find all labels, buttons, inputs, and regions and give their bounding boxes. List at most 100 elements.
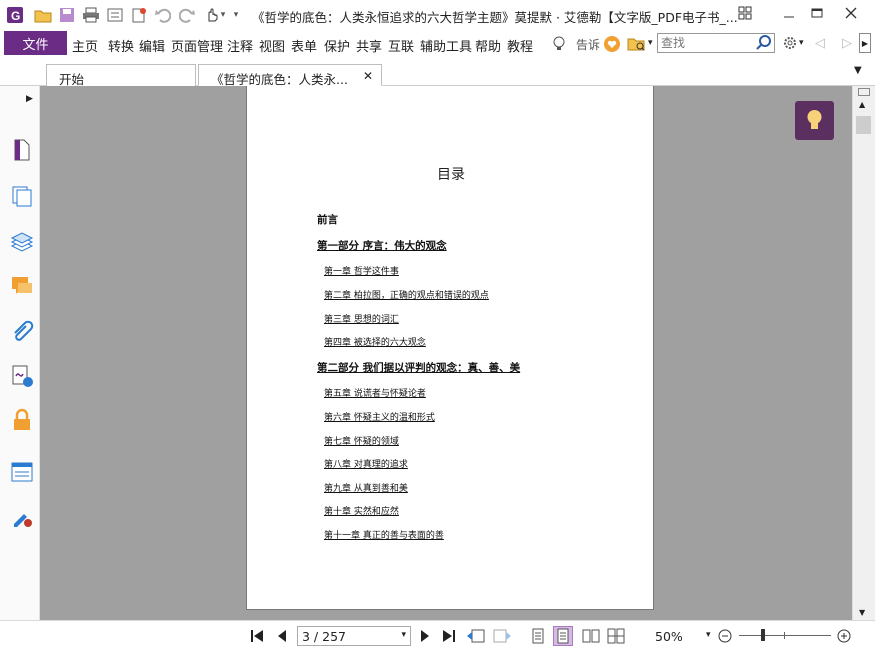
ribbon-display-icon[interactable] bbox=[734, 4, 756, 22]
toc-chapter-entry[interactable]: 第二章 柏拉图，正确的观点和错误的观点 bbox=[324, 288, 489, 301]
open-folder-icon[interactable] bbox=[34, 6, 52, 24]
zoom-slider-thumb[interactable] bbox=[761, 629, 765, 641]
document-viewport[interactable]: 目录 前言 第一部分 序言：伟大的观念第一章 哲学这件事第二章 柏拉图，正确的观… bbox=[40, 86, 852, 620]
next-view-icon[interactable] bbox=[492, 628, 512, 644]
toc-chapter-entry[interactable]: 第六章 怀疑主义的温和形式 bbox=[324, 410, 435, 423]
security-lock-icon[interactable] bbox=[10, 408, 34, 432]
new-document-icon[interactable] bbox=[130, 6, 148, 24]
attachments-icon[interactable] bbox=[10, 320, 34, 344]
document-tab-bar: 开始 《哲学的底色：人类永... ✕ ▼ bbox=[0, 58, 875, 87]
tell-me-label[interactable]: 告诉 bbox=[576, 36, 600, 53]
minimize-button[interactable] bbox=[778, 4, 800, 22]
continuous-view-icon[interactable] bbox=[553, 626, 573, 646]
page-dropdown-icon[interactable]: ▾ bbox=[401, 630, 406, 640]
first-page-icon[interactable] bbox=[249, 628, 265, 644]
lightbulb-icon[interactable] bbox=[552, 36, 566, 55]
menu-home[interactable]: 主页 bbox=[72, 36, 98, 55]
toc-heading: 目录 bbox=[437, 167, 465, 183]
menu-connect[interactable]: 互联 bbox=[388, 36, 414, 55]
tab-start-label: 开始 bbox=[59, 72, 85, 87]
zoom-level[interactable]: 50% bbox=[655, 629, 683, 644]
search-input[interactable] bbox=[658, 34, 760, 52]
tab-start[interactable]: 开始 bbox=[46, 64, 196, 87]
toc-part-entry[interactable]: 第二部分 我们据以评判的观念：真、善、美 bbox=[317, 360, 520, 375]
toc-chapter-entry[interactable]: 第八章 对真理的追求 bbox=[324, 457, 408, 470]
split-view-handle[interactable] bbox=[858, 88, 870, 96]
single-page-view-icon[interactable] bbox=[529, 628, 547, 644]
print-icon[interactable] bbox=[82, 6, 100, 24]
status-bar: 3 / 257 ▾ 50% ▾ bbox=[0, 620, 875, 651]
settings-dropdown-icon[interactable]: ▾ bbox=[799, 38, 804, 48]
menu-edit[interactable]: 编辑 bbox=[139, 36, 165, 55]
customize-toolbar-icon[interactable]: ▾ bbox=[230, 6, 242, 24]
redo-icon[interactable] bbox=[178, 6, 196, 24]
menu-page-management[interactable]: 页面管理 bbox=[171, 36, 223, 55]
zoom-out-icon[interactable] bbox=[717, 628, 733, 644]
toc-preface[interactable]: 前言 bbox=[317, 212, 338, 227]
maximize-button[interactable] bbox=[806, 4, 828, 22]
app-logo-icon: G bbox=[6, 6, 24, 24]
continuous-facing-view-icon[interactable] bbox=[606, 628, 626, 644]
properties-icon[interactable] bbox=[106, 6, 124, 24]
nav-forward-icon[interactable]: ▷ bbox=[842, 36, 852, 51]
nav-back-icon[interactable]: ◁ bbox=[815, 36, 825, 51]
toc-chapter-entry[interactable]: 第四章 被选择的六大观念 bbox=[324, 335, 426, 348]
zoom-slider-track[interactable] bbox=[739, 635, 831, 636]
tips-lightbulb-button[interactable] bbox=[795, 101, 834, 140]
last-page-icon[interactable] bbox=[441, 628, 457, 644]
signatures-icon[interactable] bbox=[10, 364, 34, 388]
ribbon-expand-icon[interactable]: ▶ bbox=[859, 33, 871, 53]
certify-pen-icon[interactable] bbox=[10, 506, 34, 530]
title-bar: G ▾ ▾ 《哲学的底色：人类永恒追求的六大哲学主题》莫提默 · 艾德勒【文字版… bbox=[0, 0, 875, 30]
vertical-scrollbar[interactable]: ▲ ▼ bbox=[852, 86, 875, 620]
menu-help[interactable]: 帮助 bbox=[475, 36, 501, 55]
toc-chapter-entry[interactable]: 第五章 说谎者与怀疑论者 bbox=[324, 386, 426, 399]
menu-convert[interactable]: 转换 bbox=[108, 36, 134, 55]
sidebar-expand-icon[interactable]: ▶ bbox=[26, 94, 33, 104]
tab-list-dropdown-icon[interactable]: ▼ bbox=[854, 65, 862, 76]
scroll-up-icon[interactable]: ▲ bbox=[859, 100, 865, 109]
scroll-thumb[interactable] bbox=[856, 116, 871, 134]
zoom-dropdown-icon[interactable]: ▾ bbox=[706, 630, 711, 640]
menu-share[interactable]: 共享 bbox=[356, 36, 382, 55]
settings-gear-icon[interactable] bbox=[782, 35, 798, 54]
undo-icon[interactable] bbox=[154, 6, 172, 24]
toc-part-entry[interactable]: 第一部分 序言：伟大的观念 bbox=[317, 238, 447, 253]
feedback-heart-icon[interactable] bbox=[603, 35, 621, 56]
save-icon[interactable] bbox=[58, 6, 76, 24]
menu-form[interactable]: 表单 bbox=[291, 36, 317, 55]
menu-tutorial[interactable]: 教程 bbox=[507, 36, 533, 55]
toc-chapter-entry[interactable]: 第十一章 真正的善与表面的善 bbox=[324, 528, 444, 541]
page-number-field[interactable]: 3 / 257 ▾ bbox=[297, 626, 411, 646]
comments-icon[interactable] bbox=[10, 274, 34, 298]
pages-icon[interactable] bbox=[10, 184, 34, 208]
find-folder-icon[interactable] bbox=[627, 35, 649, 56]
page-thumbnails-icon[interactable] bbox=[10, 138, 34, 162]
toc-chapter-entry[interactable]: 第三章 思想的词汇 bbox=[324, 312, 399, 325]
next-page-icon[interactable] bbox=[417, 628, 433, 644]
previous-page-icon[interactable] bbox=[274, 628, 290, 644]
file-menu-button[interactable]: 文件 bbox=[4, 31, 67, 55]
hand-tool-dropdown-icon[interactable]: ▾ bbox=[218, 6, 228, 24]
previous-view-icon[interactable] bbox=[466, 628, 486, 644]
form-fields-icon[interactable] bbox=[10, 460, 34, 484]
menu-comment[interactable]: 注释 bbox=[227, 36, 253, 55]
navigation-sidebar: ▶ bbox=[0, 86, 44, 651]
toc-chapter-entry[interactable]: 第九章 从真到善和美 bbox=[324, 481, 408, 494]
search-icon[interactable] bbox=[756, 35, 772, 54]
menu-protect[interactable]: 保护 bbox=[324, 36, 350, 55]
find-dropdown-icon[interactable]: ▾ bbox=[648, 38, 653, 48]
close-tab-icon[interactable]: ✕ bbox=[363, 69, 373, 83]
scroll-down-icon[interactable]: ▼ bbox=[859, 608, 865, 617]
facing-view-icon[interactable] bbox=[581, 628, 601, 644]
toc-chapter-entry[interactable]: 第一章 哲学这件事 bbox=[324, 264, 399, 277]
zoom-in-icon[interactable] bbox=[836, 628, 852, 644]
layers-icon[interactable] bbox=[10, 230, 34, 254]
close-window-button[interactable] bbox=[840, 4, 862, 22]
search-box[interactable] bbox=[657, 33, 775, 53]
menu-accessibility[interactable]: 辅助工具 bbox=[420, 36, 472, 55]
tab-document[interactable]: 《哲学的底色：人类永... ✕ bbox=[198, 64, 382, 87]
toc-chapter-entry[interactable]: 第十章 实然和应然 bbox=[324, 504, 399, 517]
toc-chapter-entry[interactable]: 第七章 怀疑的领域 bbox=[324, 434, 399, 447]
menu-view[interactable]: 视图 bbox=[259, 36, 285, 55]
